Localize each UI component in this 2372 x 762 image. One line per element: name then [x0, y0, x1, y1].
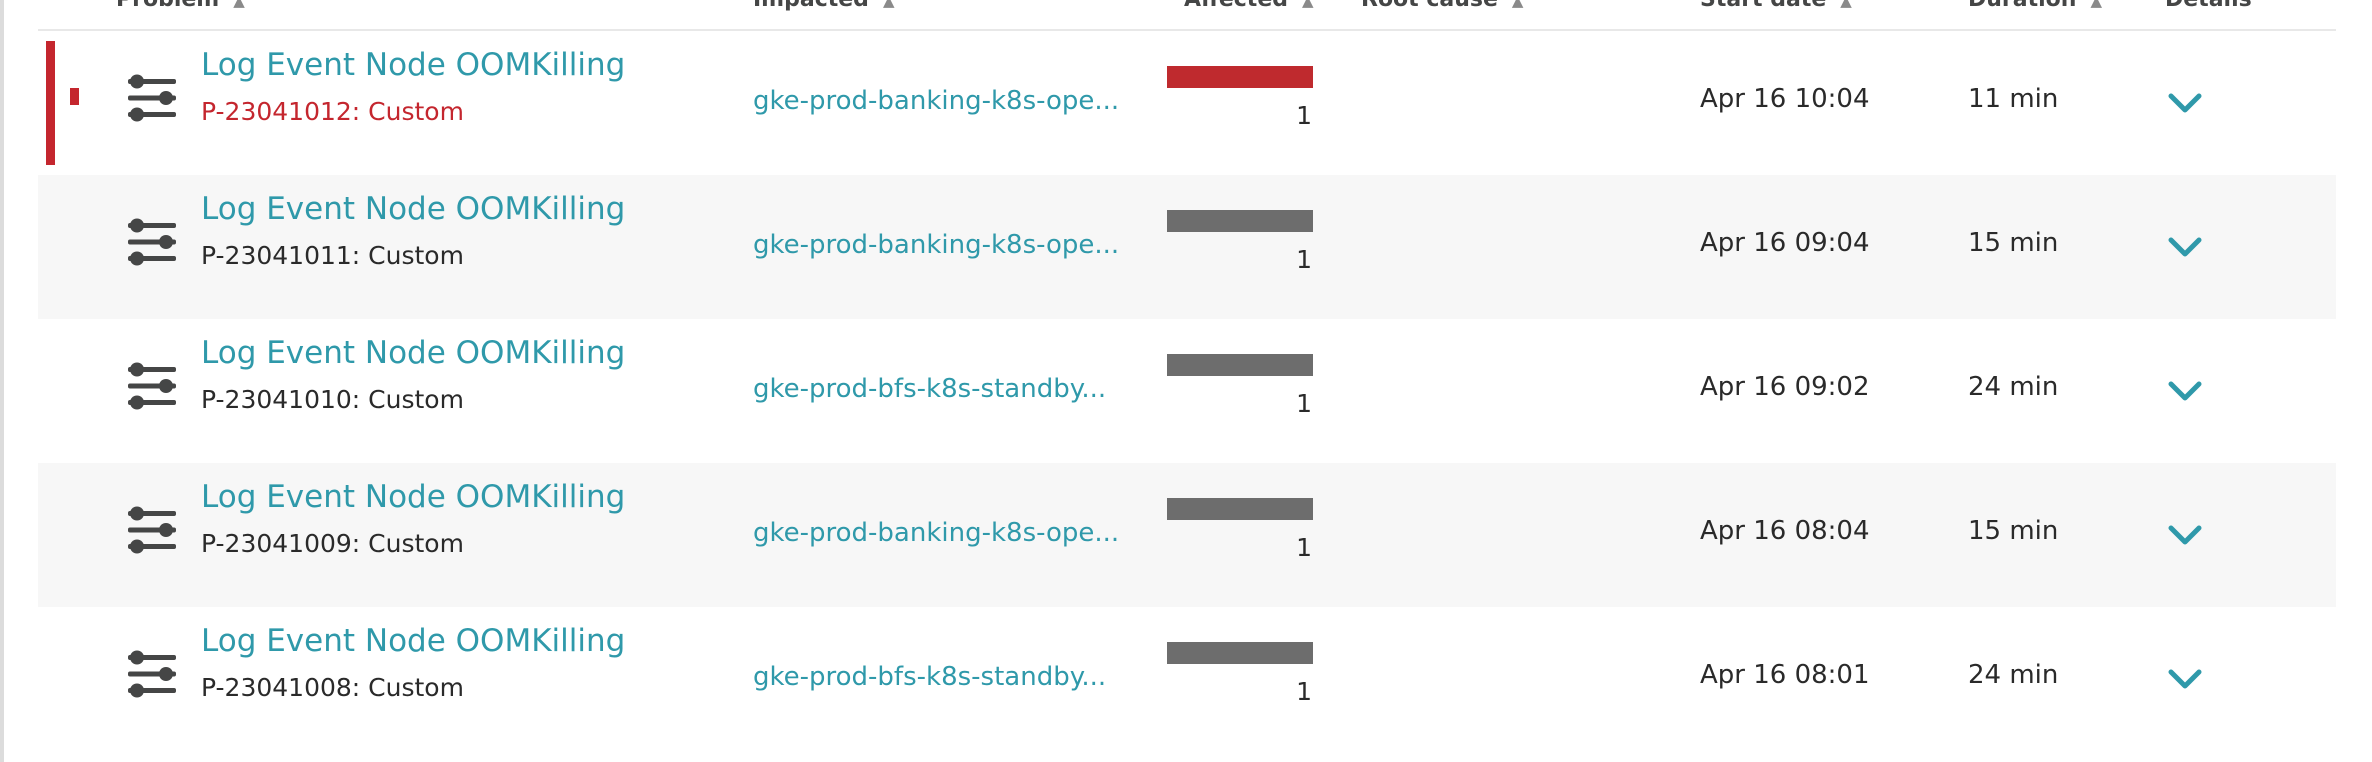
sliders-icon — [128, 506, 176, 554]
severity-bar — [46, 41, 55, 165]
header-duration[interactable]: Duration ▲ — [1968, 0, 2102, 12]
affected-bar-track — [1167, 66, 1313, 88]
problem-id: P-23041011: Custom — [201, 241, 464, 270]
impacted-entity-link[interactable]: gke-prod-banking-k8s-ope... — [753, 230, 1123, 260]
duration: 24 min — [1968, 372, 2059, 402]
duration: 15 min — [1968, 516, 2059, 546]
affected-count: 1 — [1296, 389, 1312, 418]
header-root-cause[interactable]: Root cause ▲ — [1361, 0, 1523, 12]
sort-arrow-icon: ▲ — [1840, 0, 1852, 10]
header-duration-label: Duration — [1968, 0, 2076, 12]
header-start-date[interactable]: Start date ▲ — [1700, 0, 1852, 12]
problem-id: P-23041008: Custom — [201, 673, 464, 702]
affected-bar — [1167, 210, 1313, 232]
sliders-icon — [128, 362, 176, 410]
problem-title-link[interactable]: Log Event Node OOMKilling — [201, 479, 625, 515]
affected-bar-track — [1167, 354, 1313, 376]
duration: 11 min — [1968, 84, 2059, 114]
table-row[interactable]: Log Event Node OOMKilling P-23041010: Cu… — [38, 319, 2336, 463]
affected-bar-track — [1167, 498, 1313, 520]
sliders-icon — [128, 650, 176, 698]
affected-bar — [1167, 498, 1313, 520]
affected-count: 1 — [1296, 245, 1312, 274]
sort-arrow-icon: ▲ — [2090, 0, 2102, 10]
problem-id: P-23041010: Custom — [201, 385, 464, 414]
problem-id: P-23041009: Custom — [201, 529, 464, 558]
header-affected[interactable]: Affected ▲ — [1184, 0, 1314, 12]
chevron-down-icon[interactable] — [2165, 518, 2205, 554]
table-row[interactable]: Log Event Node OOMKilling P-23041011: Cu… — [38, 175, 2336, 319]
problem-title-link[interactable]: Log Event Node OOMKilling — [201, 47, 625, 83]
table-row[interactable]: Log Event Node OOMKilling P-23041012: Cu… — [38, 31, 2336, 175]
sort-arrow-icon: ▲ — [233, 0, 245, 10]
duration: 24 min — [1968, 660, 2059, 690]
header-impacted[interactable]: Impacted ▲ — [753, 0, 894, 12]
sort-arrow-icon: ▲ — [1511, 0, 1524, 10]
header-problem-label: Problem — [116, 0, 219, 12]
problem-id: P-23041012: Custom — [201, 97, 464, 126]
impacted-entity-link[interactable]: gke-prod-banking-k8s-ope... — [753, 86, 1123, 116]
start-date: Apr 16 08:04 — [1700, 516, 1870, 546]
header-impacted-label: Impacted — [753, 0, 869, 12]
affected-bar — [1167, 354, 1313, 376]
duration: 15 min — [1968, 228, 2059, 258]
start-date: Apr 16 09:04 — [1700, 228, 1870, 258]
severity-marker — [70, 88, 79, 105]
start-date: Apr 16 10:04 — [1700, 84, 1870, 114]
table-row[interactable]: Log Event Node OOMKilling P-23041009: Cu… — [38, 463, 2336, 607]
affected-bar — [1167, 66, 1313, 88]
chevron-down-icon[interactable] — [2165, 230, 2205, 266]
sliders-icon — [128, 218, 176, 266]
affected-bar-track — [1167, 642, 1313, 664]
header-details: Details — [2165, 0, 2252, 12]
affected-count: 1 — [1296, 677, 1312, 706]
impacted-entity-link[interactable]: gke-prod-bfs-k8s-standby... — [753, 374, 1123, 404]
sort-arrow-icon: ▲ — [1302, 0, 1314, 10]
problem-title-link[interactable]: Log Event Node OOMKilling — [201, 623, 625, 659]
start-date: Apr 16 09:02 — [1700, 372, 1870, 402]
chevron-down-icon[interactable] — [2165, 662, 2205, 698]
affected-count: 1 — [1296, 101, 1312, 130]
sliders-icon — [128, 74, 176, 122]
problem-title-link[interactable]: Log Event Node OOMKilling — [201, 191, 625, 227]
affected-bar-track — [1167, 210, 1313, 232]
affected-bar — [1167, 642, 1313, 664]
impacted-entity-link[interactable]: gke-prod-banking-k8s-ope... — [753, 518, 1123, 548]
header-root-cause-label: Root cause — [1361, 0, 1498, 12]
chevron-down-icon[interactable] — [2165, 374, 2205, 410]
impacted-entity-link[interactable]: gke-prod-bfs-k8s-standby... — [753, 662, 1123, 692]
sort-arrow-icon: ▲ — [882, 0, 895, 10]
start-date: Apr 16 08:01 — [1700, 660, 1870, 690]
affected-count: 1 — [1296, 533, 1312, 562]
header-affected-label: Affected — [1184, 0, 1288, 12]
header-details-label: Details — [2165, 0, 2252, 12]
table-row[interactable]: Log Event Node OOMKilling P-23041008: Cu… — [38, 607, 2336, 751]
header-problem[interactable]: Problem ▲ — [116, 0, 245, 12]
header-start-date-label: Start date — [1700, 0, 1826, 12]
problem-title-link[interactable]: Log Event Node OOMKilling — [201, 335, 625, 371]
table-header: Problem ▲ Impacted ▲ Affected ▲ Root cause ▲… — [38, 0, 2336, 31]
chevron-down-icon[interactable] — [2165, 86, 2205, 122]
